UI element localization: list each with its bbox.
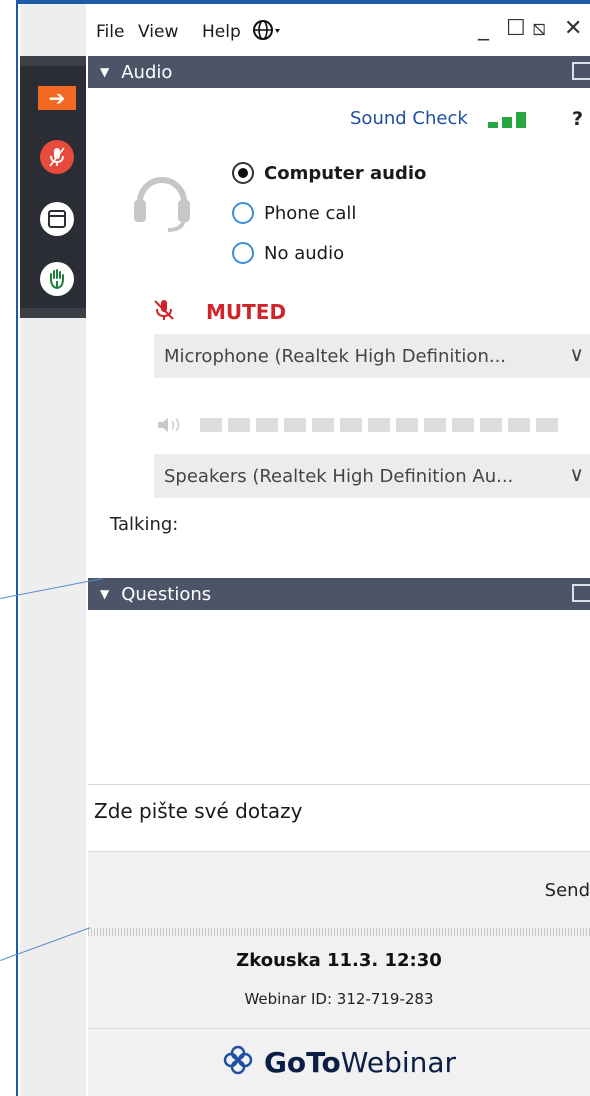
microphone-select-value: Microphone (Realtek High Definition... <box>164 345 507 367</box>
help-question[interactable]: ? <box>572 108 583 130</box>
send-button[interactable]: Send <box>545 880 590 901</box>
questions-panel-title: Questions <box>121 583 212 605</box>
muted-mic-icon <box>152 298 176 326</box>
questions-panel-header[interactable]: ▼ Questions <box>88 578 590 610</box>
resize-grip[interactable] <box>88 928 590 936</box>
chevron-down-icon[interactable]: ∨ <box>569 462 584 486</box>
logo-goto-text: GoTo <box>263 1045 341 1079</box>
speaker-volume-meter <box>200 418 560 432</box>
raise-hand-icon[interactable] <box>40 262 74 296</box>
maximize-button[interactable]: ☐ <box>506 16 526 41</box>
webinar-title: Zkouska 11.3. 12:30 <box>236 950 442 971</box>
chevron-down-icon[interactable]: ∨ <box>569 342 584 366</box>
radio-phone-call[interactable]: Phone call <box>232 202 356 224</box>
radio-label: Phone call <box>264 202 357 224</box>
talking-label: Talking: <box>110 514 179 535</box>
control-toolbar: ➔ <box>20 56 86 318</box>
arrow-right-icon[interactable]: ➔ <box>38 86 76 110</box>
language-globe-icon[interactable] <box>252 18 284 47</box>
window-frame-left <box>0 0 18 1096</box>
collapse-triangle-icon[interactable]: ▼ <box>100 587 109 601</box>
audio-panel-title: Audio <box>121 61 173 83</box>
restore-button[interactable]: ⧅ <box>532 16 546 41</box>
gotowebinar-flower-icon <box>222 1044 254 1080</box>
microphone-select[interactable]: Microphone (Realtek High Definition... ∨ <box>154 334 590 378</box>
minimize-button[interactable]: _ <box>478 16 489 41</box>
webinar-footer: Zkouska 11.3. 12:30 Webinar ID: 312-719-… <box>88 936 590 1096</box>
headset-icon <box>130 164 194 238</box>
menu-file[interactable]: File <box>96 22 124 42</box>
radio-dot[interactable] <box>232 162 254 184</box>
radio-dot[interactable] <box>232 242 254 264</box>
detach-panel-icon[interactable] <box>572 62 590 80</box>
window-icon[interactable] <box>40 202 74 236</box>
radio-label: Computer audio <box>264 162 427 184</box>
detach-panel-icon[interactable] <box>572 584 590 602</box>
close-button[interactable]: ✕ <box>564 16 582 41</box>
radio-label: No audio <box>264 242 345 264</box>
send-area: Send <box>88 852 590 928</box>
radio-no-audio[interactable]: No audio <box>232 242 344 264</box>
collapse-triangle-icon[interactable]: ▼ <box>100 65 109 79</box>
radio-computer-audio[interactable]: Computer audio <box>232 162 426 184</box>
question-input-placeholder: Zde pište své dotazy <box>94 799 303 823</box>
menu-bar: File View Help _ ☐ ⧅ ✕ <box>86 4 590 52</box>
menu-view[interactable]: View <box>138 22 178 42</box>
radio-dot[interactable] <box>232 202 254 224</box>
gotowebinar-logo: GoTo Webinar <box>88 1044 590 1080</box>
question-input[interactable]: Zde pište své dotazy <box>88 784 590 852</box>
speakers-select-value: Speakers (Realtek High Definition Au... <box>164 465 514 487</box>
questions-log <box>88 610 590 784</box>
speakers-select[interactable]: Speakers (Realtek High Definition Au... … <box>154 454 590 498</box>
microphone-icon[interactable] <box>40 140 74 174</box>
speaker-volume-icon <box>156 416 188 438</box>
webinar-id: Webinar ID: 312-719-283 <box>244 990 434 1008</box>
audio-panel-header[interactable]: ▼ Audio <box>88 56 590 88</box>
audio-panel: Sound Check ? Computer audio Phone call … <box>88 88 590 578</box>
menu-help[interactable]: Help <box>202 22 241 42</box>
sound-check-link[interactable]: Sound Check <box>350 108 468 129</box>
logo-webinar-text: Webinar <box>340 1045 457 1079</box>
muted-status: MUTED <box>206 300 287 324</box>
footer-divider <box>88 1028 590 1029</box>
signal-bars-icon <box>488 112 532 134</box>
